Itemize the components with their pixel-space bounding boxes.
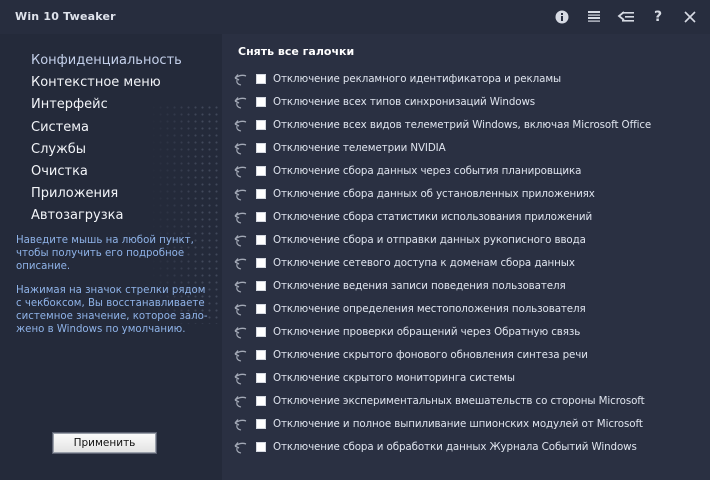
option-checkbox[interactable] xyxy=(256,419,266,429)
revert-arrow-icon[interactable] xyxy=(232,164,248,179)
option-label: Отключение экспериментальных вмешательст… xyxy=(273,395,645,407)
sidebar-item[interactable]: Службы xyxy=(31,139,182,161)
option-row: Отключение сетевого доступа к доменам сб… xyxy=(232,252,702,275)
option-label: Отключение телеметрии NVIDIA xyxy=(273,142,446,154)
option-checkbox[interactable] xyxy=(256,143,266,153)
revert-arrow-icon[interactable] xyxy=(232,95,248,110)
main-panel: Снять все галочки Отключение рекламного … xyxy=(222,34,710,480)
option-label: Отключение определения местоположения по… xyxy=(273,303,586,315)
sidebar-nav: Конфиденциальность Контекстное меню Интерф… xyxy=(31,50,182,228)
revert-arrow-icon[interactable] xyxy=(232,72,248,87)
option-row: Отключение всех типов синхронизаций Wind… xyxy=(232,91,702,114)
option-checkbox[interactable] xyxy=(256,74,266,84)
option-row: Отключение сбора данных через события пл… xyxy=(232,160,702,183)
option-row: Отключение и полное выпиливание шпионски… xyxy=(232,413,702,436)
option-checkbox[interactable] xyxy=(256,373,266,383)
option-label: Отключение сбора данных через события пл… xyxy=(273,165,582,177)
option-label: Отключение проверки обращений через Обра… xyxy=(273,326,581,338)
option-checkbox[interactable] xyxy=(256,350,266,360)
revert-arrow-icon[interactable] xyxy=(232,371,248,386)
option-row: Отключение сбора данных об установленных… xyxy=(232,183,702,206)
back-list-icon[interactable] xyxy=(614,6,638,28)
option-row: Отключение экспериментальных вмешательст… xyxy=(232,390,702,413)
title-icons: ? xyxy=(542,6,702,28)
option-checkbox[interactable] xyxy=(256,235,266,245)
revert-arrow-icon[interactable] xyxy=(232,325,248,340)
option-row: Отключение ведения записи поведения поль… xyxy=(232,275,702,298)
option-label: Отключение всех видов телеметрий Windows… xyxy=(273,119,652,131)
option-row: Отключение скрытого мониторинга системы xyxy=(232,367,702,390)
option-checkbox[interactable] xyxy=(256,97,266,107)
sidebar-item[interactable]: Контекстное меню xyxy=(31,72,182,94)
option-label: Отключение сбора данных об установленных… xyxy=(273,188,595,200)
option-row: Отключение скрытого фонового обновления … xyxy=(232,344,702,367)
option-label: Отключение всех типов синхронизаций Wind… xyxy=(273,96,536,108)
sidebar-item[interactable]: Система xyxy=(31,117,182,139)
revert-arrow-icon[interactable] xyxy=(232,394,248,409)
option-row: Отключение проверки обращений через Обра… xyxy=(232,321,702,344)
option-row: Отключение сбора статистики использовани… xyxy=(232,206,702,229)
close-icon[interactable] xyxy=(678,6,702,28)
option-checkbox[interactable] xyxy=(256,281,266,291)
sidebar-item[interactable]: Приложения xyxy=(31,183,182,205)
revert-arrow-icon[interactable] xyxy=(232,118,248,133)
option-row: Отключение сбора и отправки данных рукоп… xyxy=(232,229,702,252)
sidebar-item[interactable]: Автозагрузка xyxy=(31,205,182,227)
options-list: Отключение рекламного идентификатора и р… xyxy=(232,68,702,459)
option-label: Отключение сетевого доступа к доменам сб… xyxy=(273,257,575,269)
option-checkbox[interactable] xyxy=(256,212,266,222)
option-checkbox[interactable] xyxy=(256,304,266,314)
info-icon[interactable] xyxy=(550,6,574,28)
revert-arrow-icon[interactable] xyxy=(232,279,248,294)
option-row: Отключение определения местоположения по… xyxy=(232,298,702,321)
revert-arrow-icon[interactable] xyxy=(232,440,248,455)
option-checkbox[interactable] xyxy=(256,442,266,452)
option-label: Отключение и полное выпиливание шпионски… xyxy=(273,418,643,430)
option-row: Отключение телеметрии NVIDIA xyxy=(232,137,702,160)
revert-arrow-icon[interactable] xyxy=(232,302,248,317)
revert-arrow-icon[interactable] xyxy=(232,233,248,248)
hint-revert: Нажимая на значок стрелки рядом с чекбок… xyxy=(16,285,208,335)
hint-hover: Наведите мышь на любой пункт, чтобы полу… xyxy=(16,235,194,272)
option-checkbox[interactable] xyxy=(256,120,266,130)
revert-arrow-icon[interactable] xyxy=(232,256,248,271)
revert-arrow-icon[interactable] xyxy=(232,141,248,156)
app-title: Win 10 Tweaker xyxy=(15,10,116,23)
revert-arrow-icon[interactable] xyxy=(232,417,248,432)
revert-arrow-icon[interactable] xyxy=(232,348,248,363)
help-glyph: ? xyxy=(653,9,663,25)
sidebar-item[interactable]: Интерфейс xyxy=(31,94,182,116)
sidebar-item[interactable]: Конфиденциальность xyxy=(31,50,182,72)
hamburger-icon[interactable] xyxy=(582,6,606,28)
option-label: Отключение скрытого мониторинга системы xyxy=(273,372,515,384)
help-icon[interactable]: ? xyxy=(646,6,670,28)
option-checkbox[interactable] xyxy=(256,258,266,268)
sidebar-item[interactable]: Очистка xyxy=(31,161,182,183)
option-label: Отключение рекламного идентификатора и р… xyxy=(273,73,562,85)
option-checkbox[interactable] xyxy=(256,166,266,176)
title-bar: Win 10 Tweaker ? xyxy=(0,0,710,34)
option-checkbox[interactable] xyxy=(256,396,266,406)
sidebar: Конфиденциальность Контекстное меню Интерф… xyxy=(0,34,222,480)
option-label: Отключение скрытого фонового обновления … xyxy=(273,349,588,361)
revert-arrow-icon[interactable] xyxy=(232,210,248,225)
option-label: Отключение сбора статистики использовани… xyxy=(273,211,593,223)
option-row: Отключение всех видов телеметрий Windows… xyxy=(232,114,702,137)
option-checkbox[interactable] xyxy=(256,189,266,199)
apply-button[interactable]: Применить xyxy=(52,432,157,454)
uncheck-all-link[interactable]: Снять все галочки xyxy=(238,45,354,58)
option-row: Отключение рекламного идентификатора и р… xyxy=(232,68,702,91)
option-label: Отключение ведения записи поведения поль… xyxy=(273,280,566,292)
revert-arrow-icon[interactable] xyxy=(232,187,248,202)
option-label: Отключение сбора и обработки данных Журн… xyxy=(273,441,637,453)
option-checkbox[interactable] xyxy=(256,327,266,337)
option-label: Отключение сбора и отправки данных рукоп… xyxy=(273,234,586,246)
option-row: Отключение сбора и обработки данных Журн… xyxy=(232,436,702,459)
